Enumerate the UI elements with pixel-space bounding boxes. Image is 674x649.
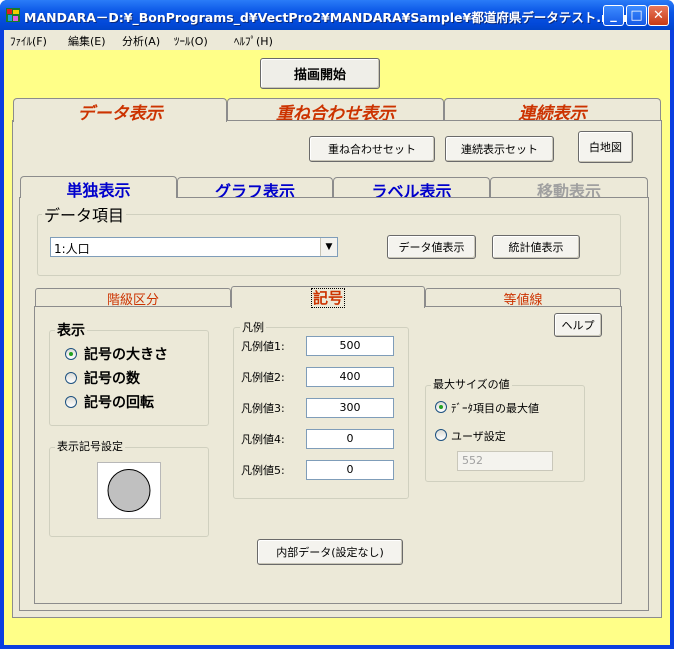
display-option-label-size: 記号の大きさ <box>84 347 168 363</box>
symbol-setting-group-label: 表示記号設定 <box>55 438 125 454</box>
data-item-selected-value: 1:人口 <box>54 242 90 256</box>
tab-label-display[interactable]: ラベル表示 <box>333 177 490 201</box>
maximize-button[interactable]: □ <box>626 5 647 26</box>
legend-row-label: 凡例値4: <box>241 433 285 446</box>
menu-bar: ﾌｧｲﾙ(F) 編集(E) 分析(A) ﾂｰﾙ(O) ﾍﾙﾌﾟ(H) <box>4 30 670 50</box>
mandara-app-icon[interactable] <box>5 7 21 23</box>
legend-value-input[interactable]: 500 <box>306 336 394 356</box>
max-size-label-user: ユーザ設定 <box>451 430 506 443</box>
start-drawing-button[interactable]: 描画開始 <box>260 58 380 89</box>
tab-overlay-display[interactable]: 重ね合わせ表示 <box>227 98 444 124</box>
overlay-set-button[interactable]: 重ね合わせセット <box>309 136 435 162</box>
single-display-panel: データ項目 1:人口 ▼ データ値表示 統計値表示 階級区分 記号 等値線 ヘル… <box>19 197 649 611</box>
data-item-group-label: データ項目 <box>42 202 127 226</box>
show-data-values-button[interactable]: データ値表示 <box>387 235 476 259</box>
menu-help[interactable]: ﾍﾙﾌﾟ(H) <box>234 33 273 49</box>
minimize-button[interactable]: _ <box>603 5 624 26</box>
blank-map-button[interactable]: 白地図 <box>578 131 633 163</box>
tab-contour[interactable]: 等値線 <box>425 288 621 308</box>
menu-file[interactable]: ﾌｧｲﾙ(F) <box>10 33 47 49</box>
application-window: MANDARA－D:¥_BonPrograms_d¥VectPro2¥MANDA… <box>0 0 674 649</box>
client-area: ﾌｧｲﾙ(F) 編集(E) 分析(A) ﾂｰﾙ(O) ﾍﾙﾌﾟ(H) 描画開始 … <box>4 30 670 645</box>
tab-data-display[interactable]: データ表示 <box>13 98 227 124</box>
tab-movement-display[interactable]: 移動表示 <box>490 177 648 201</box>
legend-value-input[interactable]: 400 <box>306 367 394 387</box>
sequence-set-button[interactable]: 連続表示セット <box>445 136 554 162</box>
circle-symbol-icon <box>107 469 151 512</box>
chevron-down-icon[interactable]: ▼ <box>320 238 337 256</box>
close-button[interactable]: ✕ <box>648 5 669 26</box>
legend-value-input[interactable]: 0 <box>306 460 394 480</box>
help-button[interactable]: ヘルプ <box>554 313 602 337</box>
max-size-group-label: 最大サイズの値 <box>431 376 512 392</box>
legend-row-label: 凡例値1: <box>241 340 285 353</box>
legend-value-input[interactable]: 0 <box>306 429 394 449</box>
display-option-radio-rotation[interactable] <box>65 396 77 408</box>
window-title: MANDARA－D:¥_BonPrograms_d¥VectPro2¥MANDA… <box>24 10 630 25</box>
user-max-size-input[interactable]: 552 <box>457 451 553 471</box>
data-display-panel: 重ね合わせセット 連続表示セット 白地図 単独表示 グラフ表示 ラベル表示 移動… <box>12 120 662 618</box>
tab-symbol-label: 記号 <box>310 288 345 308</box>
display-option-radio-count[interactable] <box>65 372 77 384</box>
max-size-label-data-max: ﾃﾞｰﾀ項目の最大値 <box>451 402 539 415</box>
legend-value-input[interactable]: 300 <box>306 398 394 418</box>
legend-row-label: 凡例値2: <box>241 371 285 384</box>
menu-analysis[interactable]: 分析(A) <box>122 33 160 49</box>
display-option-label-count: 記号の数 <box>84 371 140 387</box>
show-statistics-button[interactable]: 統計値表示 <box>492 235 580 259</box>
tab-single-display[interactable]: 単独表示 <box>20 176 177 200</box>
tab-graph-display[interactable]: グラフ表示 <box>177 177 333 201</box>
title-bar[interactable]: MANDARA－D:¥_BonPrograms_d¥VectPro2¥MANDA… <box>0 0 674 30</box>
display-option-label-rotation: 記号の回転 <box>84 395 154 411</box>
tab-class-division[interactable]: 階級区分 <box>35 288 231 308</box>
internal-data-button[interactable]: 内部データ(設定なし) <box>257 539 403 565</box>
menu-tools[interactable]: ﾂｰﾙ(O) <box>174 33 208 49</box>
legend-row-label: 凡例値5: <box>241 464 285 477</box>
tab-sequence-display[interactable]: 連続表示 <box>444 98 661 124</box>
tab-symbol[interactable]: 記号 <box>231 286 425 308</box>
symbol-panel: ヘルプ 表示 記号の大きさ 記号の数 記号の回転 表示記号設定 凡例 凡例値1:… <box>34 306 622 604</box>
legend-group-label: 凡例 <box>240 319 266 335</box>
max-size-radio-data-max[interactable] <box>435 401 447 413</box>
symbol-preview[interactable] <box>97 462 161 519</box>
data-item-select[interactable]: 1:人口 ▼ <box>50 237 338 257</box>
legend-row-label: 凡例値3: <box>241 402 285 415</box>
display-option-radio-size[interactable] <box>65 348 77 360</box>
display-group-label: 表示 <box>55 320 87 340</box>
menu-edit[interactable]: 編集(E) <box>68 33 106 49</box>
max-size-radio-user[interactable] <box>435 429 447 441</box>
